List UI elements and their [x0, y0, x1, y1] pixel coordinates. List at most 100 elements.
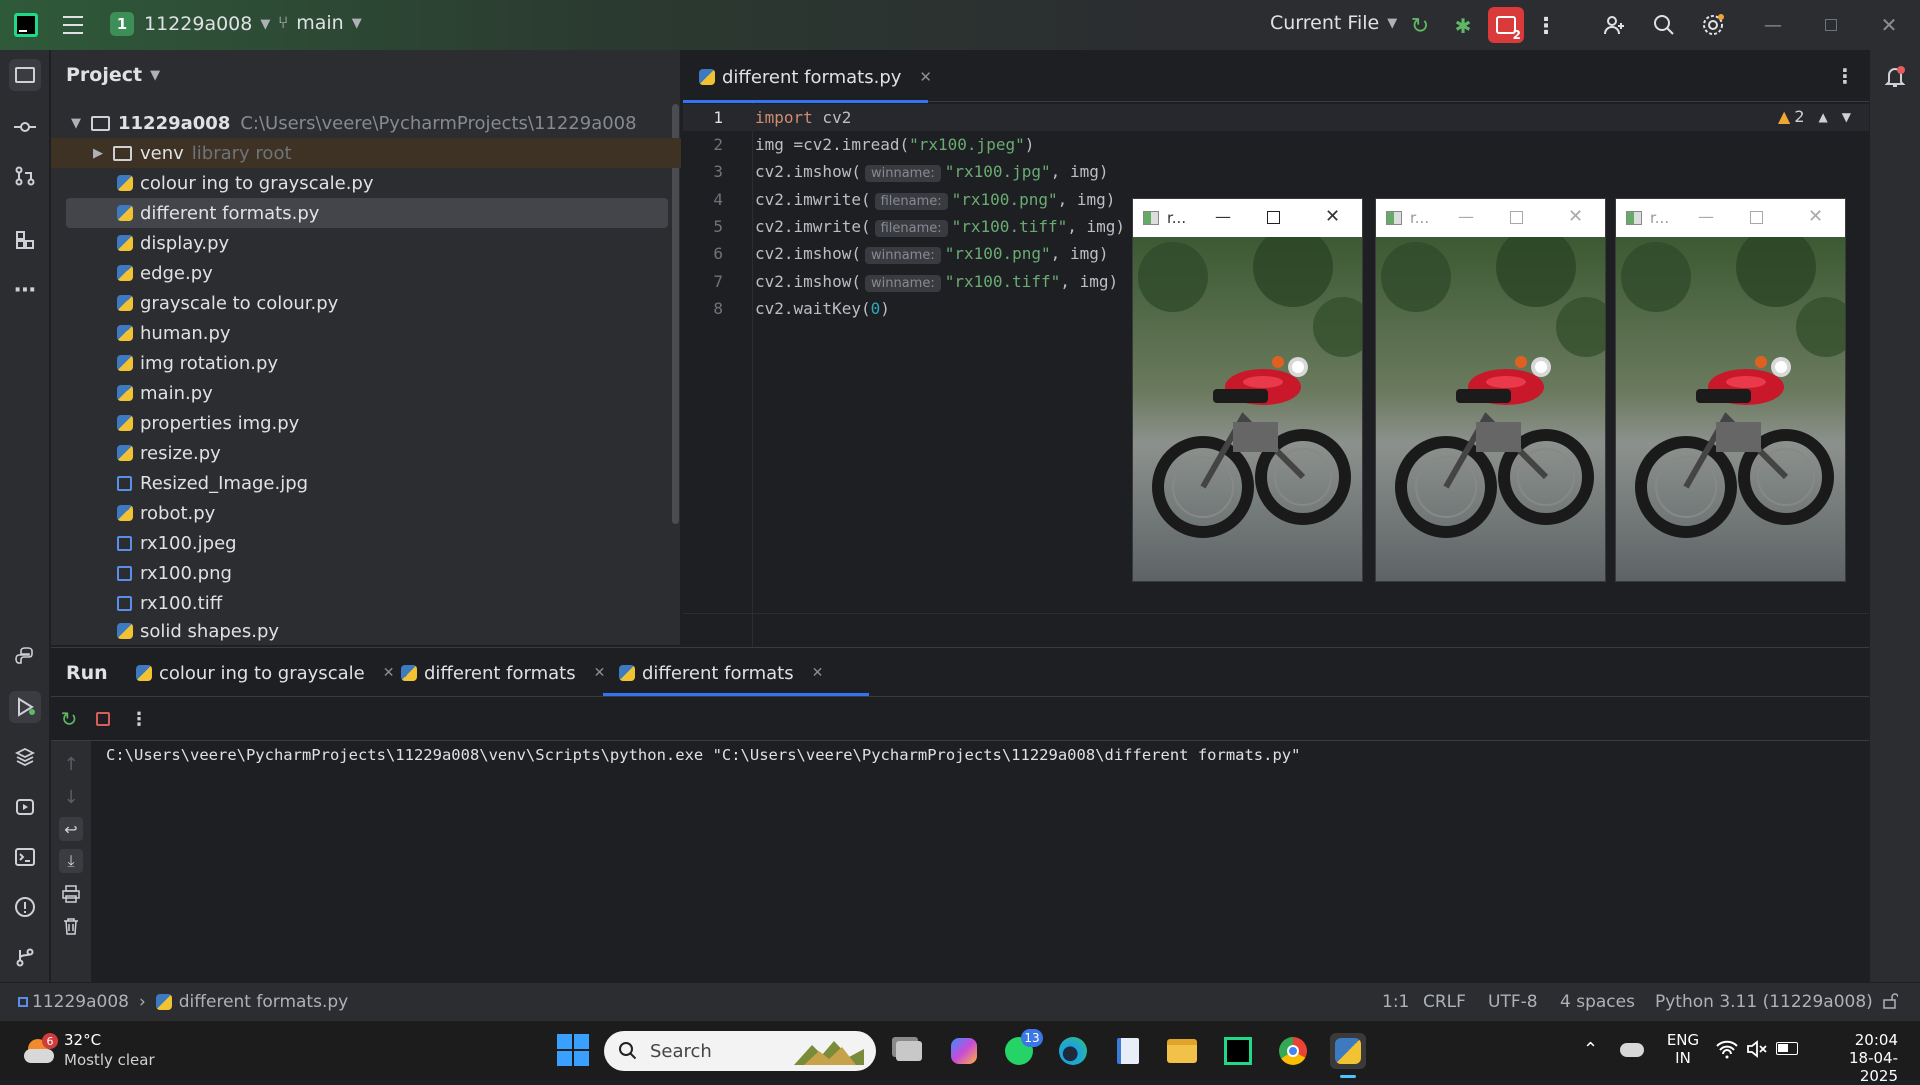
- tree-item[interactable]: Resized_Image.jpg: [51, 468, 663, 498]
- indent-setting[interactable]: 4 spaces: [1560, 992, 1635, 1012]
- language-indicator[interactable]: ENG IN: [1665, 1031, 1701, 1067]
- tree-item[interactable]: colour ing to grayscale.py: [51, 168, 663, 198]
- windows-start-icon[interactable]: [557, 1034, 589, 1066]
- vcs-changes-button[interactable]: 2: [1488, 7, 1524, 43]
- maximize-icon[interactable]: [1267, 211, 1280, 224]
- close-window-icon[interactable]: ✕: [1876, 12, 1902, 38]
- more-actions-icon[interactable]: ⋮: [1535, 12, 1557, 40]
- close-icon[interactable]: ✕: [1808, 206, 1823, 227]
- close-tab-icon[interactable]: ✕: [594, 665, 606, 681]
- project-selector[interactable]: 1 11229a008 ▼: [110, 12, 270, 36]
- more-tools-icon[interactable]: ⋯: [9, 274, 41, 306]
- branch-selector[interactable]: ⑂ main ▼: [278, 12, 362, 34]
- tree-item[interactable]: img rotation.py: [51, 348, 663, 378]
- opencv-window-png[interactable]: r... — ✕: [1375, 198, 1606, 582]
- minimize-icon[interactable]: —: [1215, 207, 1231, 226]
- caret-position[interactable]: 1:1: [1382, 992, 1409, 1012]
- tree-item-venv[interactable]: ▶ venv library root: [51, 138, 681, 168]
- copilot-icon[interactable]: [946, 1033, 982, 1069]
- chevron-up-icon[interactable]: ⌃: [1583, 1039, 1598, 1060]
- file-explorer-icon[interactable]: [1164, 1033, 1200, 1069]
- task-view-icon[interactable]: [891, 1033, 927, 1069]
- notifications-bell-icon[interactable]: [1881, 63, 1909, 91]
- onedrive-cloud-icon[interactable]: [1620, 1043, 1644, 1057]
- tree-item[interactable]: solid shapes.py: [51, 617, 663, 645]
- editor-options-icon[interactable]: ⋮: [1835, 64, 1855, 88]
- line-separator[interactable]: CRLF: [1423, 992, 1466, 1012]
- clock[interactable]: 20:04 18-04-2025: [1818, 1031, 1898, 1085]
- opencv-window-titlebar[interactable]: r... — ✕: [1376, 199, 1605, 237]
- edge-browser-icon[interactable]: [1055, 1033, 1091, 1069]
- search-icon[interactable]: [1650, 11, 1678, 39]
- run-tab[interactable]: different formats ✕: [401, 658, 605, 688]
- tree-item[interactable]: edge.py: [51, 258, 663, 288]
- unlock-icon[interactable]: [1880, 991, 1900, 1011]
- tree-root-row[interactable]: ▼ 11229a008 C:\Users\veere\PycharmProjec…: [51, 108, 663, 138]
- inspection-widget[interactable]: ▲ 2 ▲ ▼: [1778, 107, 1851, 126]
- problems-icon[interactable]: [9, 891, 41, 923]
- close-tab-icon[interactable]: ✕: [812, 665, 824, 681]
- run-tab[interactable]: colour ing to grayscale ✕: [136, 658, 394, 688]
- battery-icon[interactable]: [1776, 1042, 1798, 1055]
- chevron-up-icon[interactable]: ▲: [1819, 110, 1828, 124]
- run-tab-active[interactable]: different formats ✕: [619, 658, 823, 688]
- wifi-icon[interactable]: [1716, 1039, 1738, 1063]
- speaker-muted-icon[interactable]: [1746, 1039, 1768, 1063]
- tree-item[interactable]: grayscale to colour.py: [51, 288, 663, 318]
- add-user-icon[interactable]: [1600, 11, 1628, 39]
- editor-tab-active[interactable]: different formats.py ✕: [699, 62, 932, 92]
- print-icon[interactable]: [59, 882, 83, 906]
- minimize-window-icon[interactable]: —: [1760, 12, 1786, 38]
- commit-icon[interactable]: [9, 111, 41, 143]
- maximize-icon[interactable]: [1750, 211, 1763, 224]
- close-icon[interactable]: ✕: [1568, 206, 1583, 227]
- tree-item[interactable]: human.py: [51, 318, 663, 348]
- taskbar-search-box[interactable]: Search: [604, 1031, 876, 1071]
- tree-item[interactable]: rx100.tiff: [51, 588, 663, 618]
- terminal-icon[interactable]: [9, 841, 41, 873]
- minimize-icon[interactable]: —: [1458, 207, 1474, 226]
- maximize-icon[interactable]: [1510, 211, 1523, 224]
- pycharm-taskbar-icon[interactable]: [1220, 1033, 1256, 1069]
- rerun-icon[interactable]: ↻: [57, 707, 81, 731]
- structure-icon[interactable]: [9, 224, 41, 256]
- chrome-icon[interactable]: [1275, 1033, 1311, 1069]
- pycharm-logo-icon[interactable]: [14, 13, 38, 37]
- opencv-window-jpg[interactable]: r... — ✕: [1132, 198, 1363, 582]
- more-options-icon[interactable]: ⋮: [129, 707, 149, 731]
- run-config-selector[interactable]: Current File ▼: [1270, 12, 1397, 34]
- debug-bug-icon[interactable]: ✱: [1449, 12, 1477, 40]
- close-icon[interactable]: ✕: [1325, 206, 1340, 227]
- pull-requests-icon[interactable]: [9, 160, 41, 192]
- tree-item-selected[interactable]: different formats.py: [66, 198, 668, 228]
- project-panel-header[interactable]: Project ▼: [66, 64, 160, 86]
- project-folder-icon[interactable]: [9, 59, 41, 91]
- scroll-to-end-icon[interactable]: ⤓: [59, 849, 83, 873]
- tree-item[interactable]: main.py: [51, 378, 663, 408]
- opencv-window-tiff[interactable]: r... — ✕: [1615, 198, 1846, 582]
- tree-item[interactable]: rx100.jpeg: [51, 528, 663, 558]
- rerun-icon[interactable]: ↻: [1406, 12, 1434, 40]
- tree-item[interactable]: display.py: [51, 228, 663, 258]
- opencv-window-titlebar[interactable]: r... — ✕: [1133, 199, 1362, 237]
- trash-icon[interactable]: [59, 914, 83, 938]
- python-console-icon[interactable]: [9, 641, 41, 673]
- chevron-down-icon[interactable]: ▼: [1842, 110, 1851, 124]
- notepad-icon[interactable]: [1110, 1033, 1146, 1069]
- python-app-icon[interactable]: [1330, 1033, 1366, 1069]
- git-icon[interactable]: [9, 941, 41, 973]
- tree-item[interactable]: robot.py: [51, 498, 663, 528]
- close-tab-icon[interactable]: ✕: [919, 68, 932, 86]
- breadcrumb-file[interactable]: different formats.py: [179, 992, 348, 1012]
- soft-wrap-icon[interactable]: ↩: [59, 817, 83, 841]
- run-tool-icon[interactable]: [9, 691, 41, 723]
- settings-gear-icon[interactable]: [1699, 11, 1727, 39]
- close-tab-icon[interactable]: ✕: [383, 665, 395, 681]
- whatsapp-icon[interactable]: 13: [1001, 1029, 1043, 1069]
- main-menu-icon[interactable]: [60, 13, 86, 37]
- breadcrumb-project[interactable]: 11229a008: [32, 992, 129, 1012]
- file-encoding[interactable]: UTF-8: [1488, 992, 1538, 1012]
- tree-item[interactable]: rx100.png: [51, 558, 663, 588]
- weather-icon[interactable]: 6: [24, 1033, 58, 1067]
- tree-item[interactable]: resize.py: [51, 438, 663, 468]
